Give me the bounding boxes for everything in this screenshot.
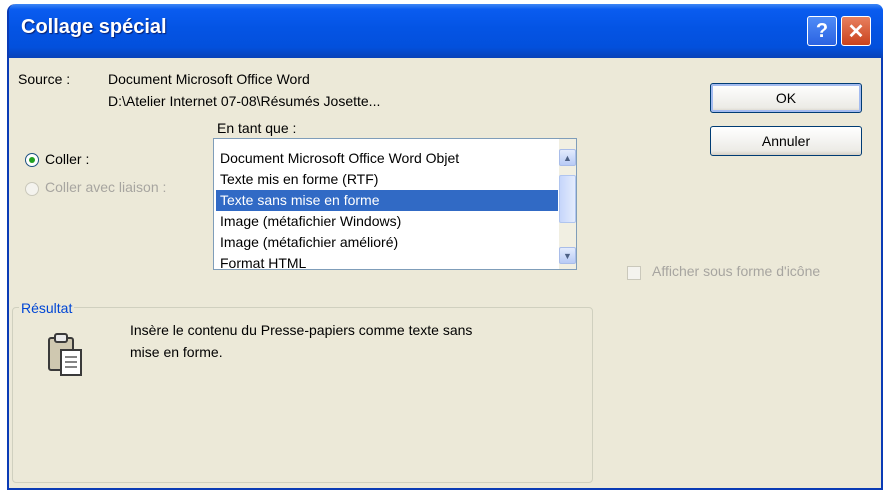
scroll-down-button[interactable]: ▼ [559,247,576,264]
format-listbox[interactable]: Document Microsoft Office Word Objet Tex… [213,138,577,270]
list-item[interactable]: Document Microsoft Office Word Objet [216,148,558,169]
chevron-up-icon: ▲ [563,152,572,163]
list-item[interactable]: Image (métafichier Windows) [216,211,558,232]
result-group-label: Résultat [19,300,75,316]
close-button[interactable]: ✕ [841,16,871,46]
paste-link-radio-label[interactable]: Coller avec liaison : [45,179,166,195]
paste-radio-label[interactable]: Coller : [45,151,89,167]
chevron-down-icon: ▼ [563,250,572,261]
result-description-line-1: Insère le contenu du Presse-papiers comm… [130,322,473,338]
cancel-button-label: Annuler [761,133,811,149]
close-icon: ✕ [847,20,865,43]
cancel-button[interactable]: Annuler [710,126,862,156]
source-label: Source : [18,71,71,87]
ok-button-label: OK [775,90,797,106]
source-line-1: Document Microsoft Office Word [108,71,310,87]
list-item[interactable]: Format HTML [216,253,558,269]
list-item-selected[interactable]: Texte sans mise en forme [216,190,558,211]
display-as-icon-label[interactable]: Afficher sous forme d'icône [652,263,820,279]
source-line-2: D:\Atelier Internet 07-08\Résumés Josett… [108,93,381,109]
paste-radio[interactable] [25,153,39,167]
list-item[interactable]: Image (métafichier amélioré) [216,232,558,253]
scroll-thumb[interactable] [559,175,576,223]
ok-button[interactable]: OK [710,83,862,113]
list-item[interactable]: Texte mis en forme (RTF) [216,169,558,190]
help-button[interactable]: ? [807,16,837,46]
paste-link-radio[interactable] [25,182,39,196]
as-label: En tant que : [217,120,297,136]
window-title: Collage spécial [21,16,167,38]
title-bar[interactable]: Collage spécial ? ✕ [9,4,883,58]
scroll-up-button[interactable]: ▲ [559,149,576,166]
display-as-icon-checkbox[interactable] [627,266,641,280]
clipboard-icon [48,333,82,376]
list-scrollbar[interactable]: ▲ ▼ [559,139,576,269]
help-icon: ? [815,19,829,42]
result-description-line-2: mise en forme. [130,344,223,360]
